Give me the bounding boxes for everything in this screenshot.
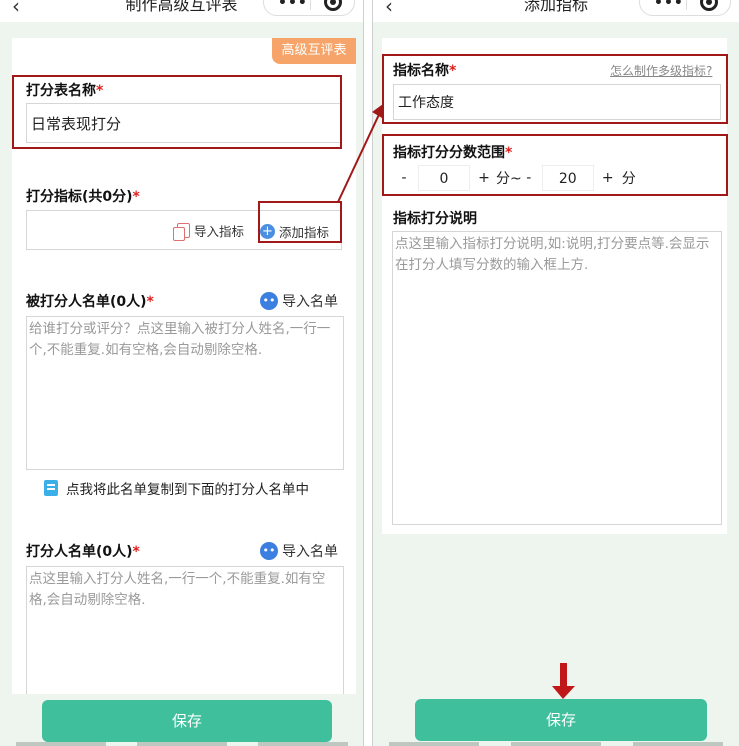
indicator-name-label: 指标名称* <box>393 60 456 80</box>
multi-level-help-link[interactable]: 怎么制作多级指标? <box>610 62 712 79</box>
scorer-list-label-text: 打分人名单(0人) <box>26 544 133 560</box>
scored-list-textarea[interactable]: 给谁打分或评分？点这里输入被打分人姓名,一行一个,不能重复.如有空格,会自动剔除… <box>26 316 344 470</box>
add-indicator-label: 添加指标 <box>279 225 330 240</box>
min-decrement-button[interactable]: - <box>396 170 412 186</box>
tab-indicator <box>389 742 479 746</box>
copy-list-label: 点我将此名单复制到下面的打分人名单中 <box>66 482 309 498</box>
capsule-menu: ••• <box>639 0 731 16</box>
bottom-tabs <box>373 742 739 746</box>
copy-icon <box>44 480 58 496</box>
persons-icon: •• <box>260 292 278 310</box>
navbar: ‹ 添加指标 ••• <box>373 0 739 22</box>
required-mark: * <box>96 83 104 99</box>
min-increment-button[interactable]: + <box>476 170 492 186</box>
score-range-row: - 0 + 分~ - 20 + 分 <box>396 165 636 191</box>
tab-indicator <box>136 742 227 746</box>
indicator-name-input[interactable]: 工作态度 <box>393 84 721 120</box>
documents-icon <box>173 223 190 241</box>
indicator-name-label-text: 指标名称 <box>393 63 449 79</box>
save-button[interactable]: 保存 <box>415 699 707 741</box>
required-mark: * <box>132 544 140 560</box>
capsule-menu: ••• <box>263 0 355 16</box>
form-card: 高级互评表 打分表名称* 日常表现打分 打分指标(共0分)* 导入指标 + 添加… <box>12 38 356 746</box>
tab-indicator <box>633 742 723 746</box>
score-range-label: 指标打分分数范围* <box>393 142 512 162</box>
description-textarea[interactable]: 点这里输入指标打分说明,如:说明,打分要点等.会显示在打分人填写分数的输入框上方… <box>392 231 722 525</box>
target-circle-icon[interactable] <box>324 0 342 11</box>
form-name-label: 打分表名称* <box>26 80 103 100</box>
scorer-list-label: 打分人名单(0人)* <box>26 541 140 561</box>
required-mark: * <box>146 294 154 310</box>
required-mark: * <box>505 145 513 161</box>
left-screen: ‹ 制作高级互评表 ••• 高级互评表 打分表名称* 日常表现打分 打分指标(共… <box>0 0 364 746</box>
target-circle-icon[interactable] <box>700 0 718 11</box>
capsule-divider <box>310 0 311 10</box>
indicators-label-text: 打分指标(共0分) <box>26 189 133 205</box>
required-mark: * <box>132 189 140 205</box>
type-badge: 高级互评表 <box>272 38 356 64</box>
copy-list-button[interactable]: 点我将此名单复制到下面的打分人名单中 <box>44 478 309 498</box>
navbar: ‹ 制作高级互评表 ••• <box>0 0 363 22</box>
bottom-tabs <box>0 742 363 746</box>
min-score-input[interactable]: 0 <box>418 165 470 191</box>
more-dots-icon[interactable]: ••• <box>278 0 308 11</box>
import-list-label: 导入名单 <box>282 294 338 310</box>
unit-separator: 分~ <box>496 171 522 187</box>
persons-icon: •• <box>260 542 278 560</box>
max-score-input[interactable]: 20 <box>541 165 594 191</box>
more-dots-icon[interactable]: ••• <box>654 0 684 11</box>
form-name-input[interactable]: 日常表现打分 <box>26 103 342 143</box>
import-scored-list-button[interactable]: •• 导入名单 <box>260 291 338 311</box>
indicator-card: 指标名称* 怎么制作多级指标? 工作态度 指标打分分数范围* - 0 + 分~ … <box>382 38 727 534</box>
tab-indicator <box>15 742 106 746</box>
tab-indicator <box>257 742 348 746</box>
unit-label: 分 <box>621 171 636 187</box>
save-button[interactable]: 保存 <box>42 700 332 742</box>
max-increment-button[interactable]: + <box>600 170 616 186</box>
scored-list-label: 被打分人名单(0人)* <box>26 291 154 311</box>
description-label: 指标打分说明 <box>393 211 477 227</box>
right-screen: ‹ 添加指标 ••• 指标名称* 怎么制作多级指标? 工作态度 指标打分分数范围… <box>372 0 739 746</box>
import-list-label: 导入名单 <box>282 544 338 560</box>
tab-indicator <box>511 742 601 746</box>
import-indicators-button[interactable]: 导入指标 <box>173 221 245 241</box>
import-scorer-list-button[interactable]: •• 导入名单 <box>260 541 338 561</box>
scored-list-label-text: 被打分人名单(0人) <box>26 294 147 310</box>
form-name-label-text: 打分表名称 <box>26 83 96 99</box>
capsule-divider <box>686 0 687 10</box>
plus-circle-icon: + <box>260 224 275 239</box>
required-mark: * <box>449 63 457 79</box>
indicators-label: 打分指标(共0分)* <box>26 186 140 206</box>
import-indicators-label: 导入指标 <box>194 224 245 239</box>
max-decrement-button[interactable]: - <box>522 170 536 186</box>
score-range-label-text: 指标打分分数范围 <box>393 145 505 161</box>
add-indicator-button[interactable]: + 添加指标 <box>260 222 329 241</box>
